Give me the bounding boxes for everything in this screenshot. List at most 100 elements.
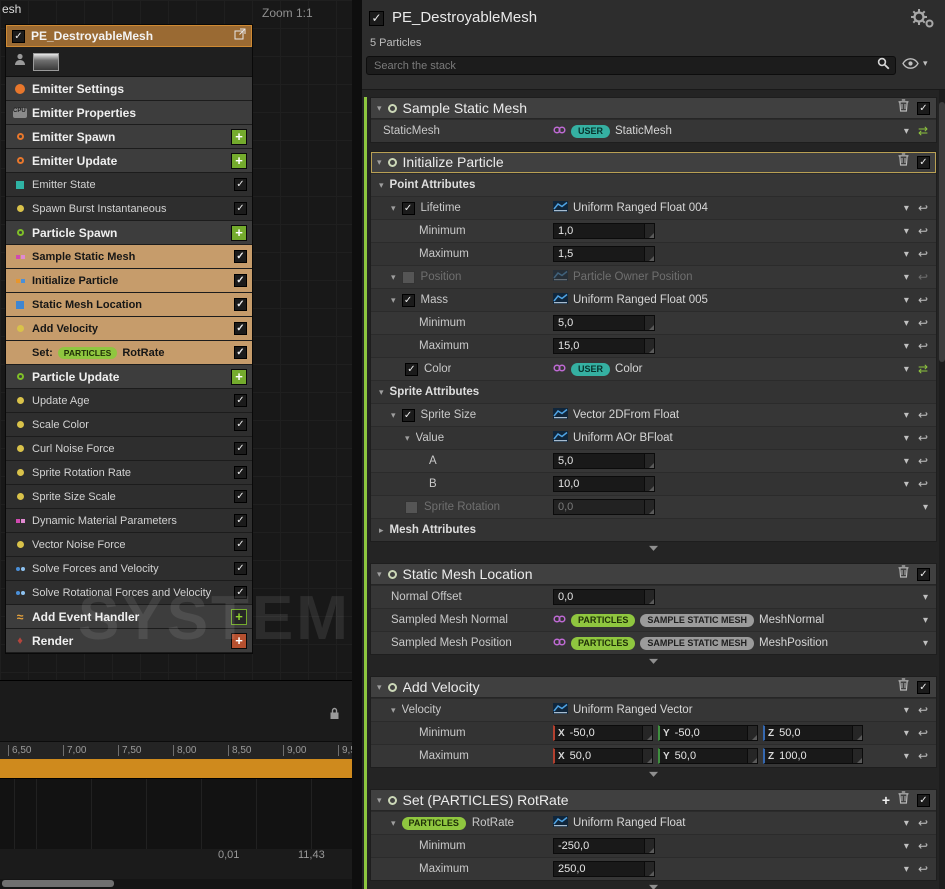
module-enabled-checkbox[interactable]: ✓ <box>917 156 930 169</box>
module-enabled-checkbox[interactable]: ✓ <box>234 586 247 599</box>
stack-vertical-scrollbar[interactable] <box>939 90 945 889</box>
emitter-item-dynamic-material-parameters[interactable]: Dynamic Material Parameters✓ <box>6 509 252 533</box>
value-spinner[interactable] <box>644 500 654 514</box>
reset-to-default-icon[interactable]: ↩ <box>918 863 928 875</box>
emitter-node-header[interactable]: ✓ PE_DestroyableMesh <box>6 25 252 47</box>
value-dropdown-icon[interactable]: ▾ <box>904 456 909 467</box>
module-enabled-checkbox[interactable]: ✓ <box>234 298 247 311</box>
emitter-item-solve-rotational-forces-and-velocity[interactable]: Solve Rotational Forces and Velocity✓ <box>6 581 252 605</box>
module-enabled-checkbox[interactable]: ✓ <box>234 322 247 335</box>
add-module-button[interactable]: + <box>231 633 247 649</box>
expander-icon[interactable]: ▾ <box>391 410 396 421</box>
module-enabled-checkbox[interactable]: ✓ <box>234 562 247 575</box>
emitter-item-sample-static-mesh[interactable]: Sample Static Mesh✓ <box>6 245 252 269</box>
value-dropdown-icon[interactable]: ▾ <box>923 502 928 513</box>
value-spinner[interactable] <box>852 726 862 740</box>
value-dropdown-icon[interactable]: ▾ <box>904 818 909 829</box>
linked-value-name[interactable]: StaticMesh <box>615 125 672 137</box>
emitter-item-set-rotrate[interactable]: Set:PARTICLESRotRate✓ <box>6 341 252 365</box>
module-enabled-checkbox[interactable]: ✓ <box>234 346 247 359</box>
vector-y-field[interactable] <box>673 749 747 763</box>
reset-to-default-icon[interactable]: ↩ <box>918 455 928 467</box>
expander-icon[interactable]: ▾ <box>391 818 396 829</box>
emitter-item-emitter-spawn[interactable]: Emitter Spawn+ <box>6 125 252 149</box>
module-enabled-checkbox[interactable]: ✓ <box>917 568 930 581</box>
value-dropdown-icon[interactable]: ▾ <box>904 728 909 739</box>
reset-to-default-icon[interactable]: ↩ <box>918 432 928 444</box>
value-spinner[interactable] <box>852 749 862 763</box>
number-input-field[interactable] <box>554 454 644 468</box>
delete-module-icon[interactable] <box>898 153 909 171</box>
value-spinner[interactable] <box>644 862 654 876</box>
module-enabled-checkbox[interactable]: ✓ <box>917 681 930 694</box>
module-enabled-checkbox[interactable]: ✓ <box>234 490 247 503</box>
vector-x-field[interactable] <box>568 749 642 763</box>
number-input-field[interactable] <box>554 500 644 514</box>
vector-x-field[interactable] <box>568 726 642 740</box>
timeline-ruler[interactable]: 6,507,007,508,008,509,009,50 <box>0 741 352 759</box>
linked-value-name[interactable]: MeshNormal <box>759 614 824 626</box>
enabled-checkbox[interactable]: ✓ <box>402 409 415 422</box>
scrollbar-thumb[interactable] <box>939 102 945 362</box>
scrollbar-thumb[interactable] <box>2 880 114 887</box>
number-input-field[interactable] <box>554 862 644 876</box>
module-enabled-checkbox[interactable]: ✓ <box>234 274 247 287</box>
reset-to-default-icon[interactable]: ↩ <box>918 294 928 306</box>
show-advanced-chevron[interactable]: ▾ <box>370 542 937 555</box>
value-spinner[interactable] <box>644 477 654 491</box>
value-dropdown-icon[interactable]: ▾ <box>904 364 909 375</box>
expander-icon[interactable]: ▾ <box>405 433 410 444</box>
expander-icon[interactable]: ▾ <box>391 705 396 716</box>
module-expander-icon[interactable]: ▾ <box>377 103 382 114</box>
read-write-icon[interactable]: ⇄ <box>918 125 928 137</box>
value-dropdown-icon[interactable]: ▾ <box>904 479 909 490</box>
value-dropdown-icon[interactable]: ▾ <box>904 295 909 306</box>
timeline-track-area[interactable] <box>0 778 352 849</box>
vector-z-field[interactable] <box>777 726 852 740</box>
show-advanced-chevron[interactable]: ▾ <box>370 655 937 668</box>
disabled-checkbox[interactable] <box>402 271 415 284</box>
linked-value-name[interactable]: MeshPosition <box>759 637 828 649</box>
emitter-item-solve-forces-and-velocity[interactable]: Solve Forces and Velocity✓ <box>6 557 252 581</box>
module-header-set-particles-rotrate[interactable]: ▾Set (PARTICLES) RotRate+✓ <box>371 790 936 811</box>
emitter-node[interactable]: ✓ PE_DestroyableMesh Emitter SettingsCPU… <box>5 24 253 654</box>
number-input-field[interactable] <box>554 224 644 238</box>
reset-to-default-icon[interactable]: ↩ <box>918 409 928 421</box>
value-dropdown-icon[interactable]: ▾ <box>904 433 909 444</box>
open-emitter-icon[interactable] <box>234 27 246 45</box>
emitter-item-emitter-update[interactable]: Emitter Update+ <box>6 149 252 173</box>
dynamic-input-name[interactable]: Uniform AOr BFloat <box>573 432 673 444</box>
emitter-item-initialize-particle[interactable]: Initialize Particle✓ <box>6 269 252 293</box>
reset-to-default-icon[interactable]: ↩ <box>918 704 928 716</box>
emitter-item-static-mesh-location[interactable]: Static Mesh Location✓ <box>6 293 252 317</box>
value-dropdown-icon[interactable]: ▾ <box>904 203 909 214</box>
module-expander-icon[interactable]: ▾ <box>377 569 382 580</box>
number-input-field[interactable] <box>554 316 644 330</box>
value-spinner[interactable] <box>644 454 654 468</box>
emitter-item-update-age[interactable]: Update Age✓ <box>6 389 252 413</box>
emitter-item-curl-noise-force[interactable]: Curl Noise Force✓ <box>6 437 252 461</box>
enabled-checkbox[interactable]: ✓ <box>405 363 418 376</box>
value-spinner[interactable] <box>644 316 654 330</box>
reset-to-default-icon[interactable]: ↩ <box>918 317 928 329</box>
emitter-item-particle-update[interactable]: Particle Update+ <box>6 365 252 389</box>
add-module-button[interactable]: + <box>231 153 247 169</box>
enabled-checkbox[interactable]: ✓ <box>402 202 415 215</box>
lock-icon[interactable] <box>329 707 340 725</box>
vector-y-field[interactable] <box>673 726 747 740</box>
reset-to-default-icon[interactable]: ↩ <box>918 271 928 283</box>
value-spinner[interactable] <box>644 339 654 353</box>
emitter-item-scale-color[interactable]: Scale Color✓ <box>6 413 252 437</box>
timeline-range-bar[interactable] <box>0 759 352 778</box>
module-enabled-checkbox[interactable]: ✓ <box>234 538 247 551</box>
expander-collapsed-icon[interactable]: ▸ <box>379 525 384 536</box>
value-dropdown-icon[interactable]: ▾ <box>904 841 909 852</box>
linked-value-name[interactable]: Color <box>615 363 642 375</box>
enabled-checkbox[interactable]: ✓ <box>402 294 415 307</box>
reset-to-default-icon[interactable]: ↩ <box>918 727 928 739</box>
reset-to-default-icon[interactable]: ↩ <box>918 248 928 260</box>
value-dropdown-icon[interactable]: ▾ <box>904 751 909 762</box>
delete-module-icon[interactable] <box>898 565 909 583</box>
number-input-field[interactable] <box>554 590 644 604</box>
value-spinner[interactable] <box>644 839 654 853</box>
